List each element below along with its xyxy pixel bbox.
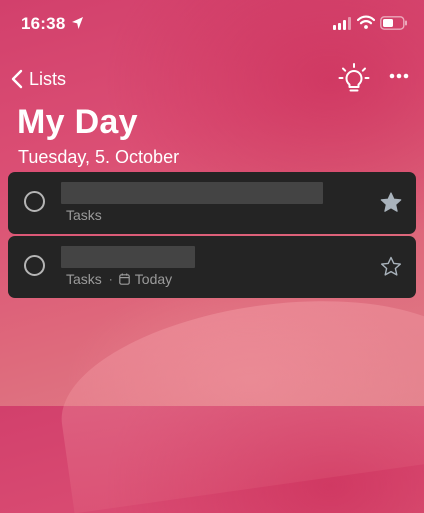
background-decoration xyxy=(49,276,424,513)
task-list-name: Tasks xyxy=(66,207,102,223)
star-outline-icon[interactable] xyxy=(380,256,402,277)
task-due-date: Today xyxy=(134,271,173,287)
complete-task-checkbox[interactable] xyxy=(24,191,45,212)
cellular-signal-icon xyxy=(333,17,351,30)
back-button[interactable]: Lists xyxy=(10,65,66,93)
back-button-label: Lists xyxy=(29,68,67,89)
task-list-name: Tasks xyxy=(66,271,102,287)
chevron-left-icon xyxy=(11,69,23,89)
complete-task-checkbox[interactable] xyxy=(24,255,45,276)
calendar-icon xyxy=(118,273,130,285)
meta-separator: · xyxy=(108,272,113,286)
page-date: Tuesday, 5. October xyxy=(18,147,180,167)
battery-icon xyxy=(380,16,407,30)
page-title: My Day xyxy=(17,103,138,141)
task-meta: Tasks · Today xyxy=(66,271,172,287)
status-time: 16:38 xyxy=(21,14,66,33)
more-options-icon[interactable] xyxy=(389,73,409,79)
lightbulb-icon[interactable] xyxy=(337,62,371,96)
wifi-icon xyxy=(357,15,375,29)
task-meta: Tasks xyxy=(66,207,102,223)
task-item[interactable]: Tasks xyxy=(8,172,416,234)
star-filled-icon[interactable] xyxy=(380,192,402,213)
task-title-redacted xyxy=(61,182,323,204)
location-arrow-icon xyxy=(72,17,83,29)
task-title-redacted xyxy=(61,246,195,268)
task-item[interactable]: Tasks · Today xyxy=(8,236,416,298)
status-bar: 16:38 xyxy=(0,0,424,48)
